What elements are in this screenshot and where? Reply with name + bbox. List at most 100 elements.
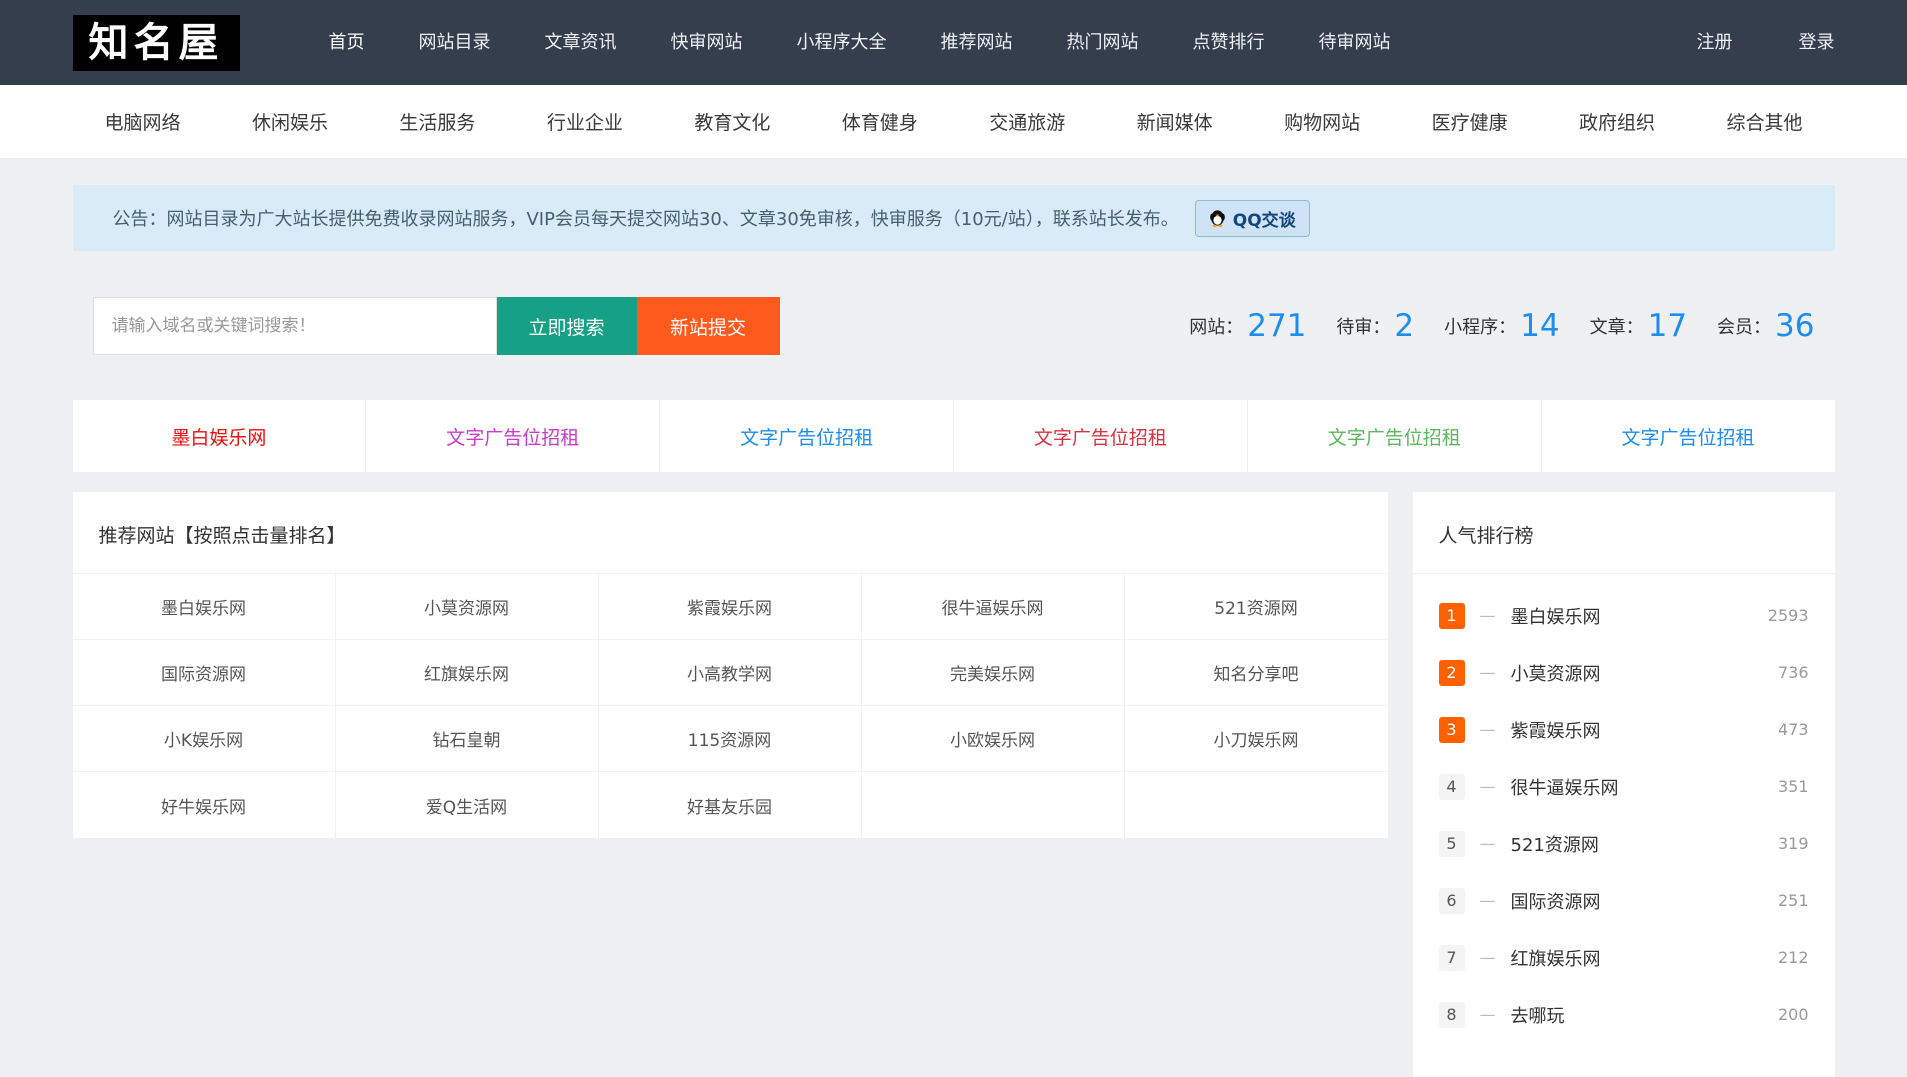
rank-count: 212	[1778, 948, 1809, 967]
rank-badge: 8	[1439, 1002, 1465, 1028]
announcement-bar: 公告：网站目录为广大站长提供免费收录网站服务，VIP会员每天提交网站30、文章3…	[73, 185, 1835, 251]
ranking-panel-title: 人气排行榜	[1413, 492, 1835, 574]
nav-item-likes-ranking[interactable]: 点赞排行	[1166, 0, 1292, 85]
ad-link-5[interactable]: 文字广告位招租	[1248, 400, 1542, 472]
site-link[interactable]: 115资源网	[599, 706, 862, 772]
rank-badge: 2	[1439, 660, 1465, 686]
category-shopping-sites[interactable]: 购物网站	[1284, 108, 1360, 135]
nav-item-hot-sites[interactable]: 热门网站	[1040, 0, 1166, 85]
nav-item-recommended[interactable]: 推荐网站	[914, 0, 1040, 85]
ad-link-4[interactable]: 文字广告位招租	[954, 400, 1248, 472]
popularity-ranking-panel: 人气排行榜 1 — 墨白娱乐网 2593 2 — 小莫资源网 736 3 — 紫…	[1413, 492, 1835, 1077]
category-travel-transport[interactable]: 交通旅游	[989, 108, 1065, 135]
ad-link-1[interactable]: 墨白娱乐网	[73, 400, 367, 472]
rank-dash: —	[1480, 606, 1496, 625]
ad-link-3[interactable]: 文字广告位招租	[660, 400, 954, 472]
rank-site-link[interactable]: 521资源网	[1511, 831, 1599, 857]
recommended-sites-panel: 推荐网站【按照点击量排名】 墨白娱乐网 小莫资源网 紫霞娱乐网 很牛逼娱乐网 5…	[73, 492, 1388, 838]
site-cell-empty	[1125, 772, 1388, 838]
category-education-culture[interactable]: 教育文化	[694, 108, 770, 135]
site-link[interactable]: 小莫资源网	[336, 574, 599, 640]
rank-site-link[interactable]: 红旗娱乐网	[1511, 945, 1601, 971]
login-link[interactable]: 登录	[1799, 0, 1835, 85]
category-life-services[interactable]: 生活服务	[399, 108, 475, 135]
register-link[interactable]: 注册	[1697, 0, 1733, 85]
category-industry-enterprise[interactable]: 行业企业	[547, 108, 623, 135]
rank-count: 2593	[1768, 606, 1809, 625]
text-ad-row: 墨白娱乐网 文字广告位招租 文字广告位招租 文字广告位招租 文字广告位招租 文字…	[73, 400, 1835, 472]
category-misc-other[interactable]: 综合其他	[1726, 108, 1802, 135]
site-link[interactable]: 国际资源网	[73, 640, 336, 706]
category-government-org[interactable]: 政府组织	[1579, 108, 1655, 135]
site-link[interactable]: 小欧娱乐网	[862, 706, 1125, 772]
site-link[interactable]: 紫霞娱乐网	[599, 574, 862, 640]
site-link[interactable]: 很牛逼娱乐网	[862, 574, 1125, 640]
main-content: 推荐网站【按照点击量排名】 墨白娱乐网 小莫资源网 紫霞娱乐网 很牛逼娱乐网 5…	[73, 492, 1835, 1077]
search-button[interactable]: 立即搜索	[497, 297, 637, 355]
category-leisure-entertainment[interactable]: 休闲娱乐	[252, 108, 328, 135]
nav-item-pending-sites[interactable]: 待审网站	[1292, 0, 1418, 85]
ad-link-2[interactable]: 文字广告位招租	[366, 400, 660, 472]
category-sports-fitness[interactable]: 体育健身	[842, 108, 918, 135]
top-navbar: 知名屋 首页 网站目录 文章资讯 快审网站 小程序大全 推荐网站 热门网站 点赞…	[0, 0, 1907, 85]
rank-dash: —	[1480, 663, 1496, 682]
rank-count: 319	[1778, 834, 1809, 853]
search-section: 立即搜索 新站提交 网站： 271 待审： 2 小程序： 14 文章： 17 会…	[73, 297, 1835, 355]
site-link[interactable]: 爱Q生活网	[336, 772, 599, 838]
rank-badge: 1	[1439, 603, 1465, 629]
ad-link-6[interactable]: 文字广告位招租	[1542, 400, 1835, 472]
category-news-media[interactable]: 新闻媒体	[1137, 108, 1213, 135]
site-link[interactable]: 小刀娱乐网	[1125, 706, 1388, 772]
nav-item-articles[interactable]: 文章资讯	[518, 0, 644, 85]
site-link[interactable]: 完美娱乐网	[862, 640, 1125, 706]
rank-count: 251	[1778, 891, 1809, 910]
main-nav: 首页 网站目录 文章资讯 快审网站 小程序大全 推荐网站 热门网站 点赞排行 待…	[302, 0, 1418, 85]
rank-site-link[interactable]: 紫霞娱乐网	[1511, 717, 1601, 743]
site-link[interactable]: 墨白娱乐网	[73, 574, 336, 640]
ranking-row: 3 — 紫霞娱乐网 473	[1413, 701, 1835, 758]
recommended-panel-title: 推荐网站【按照点击量排名】	[73, 492, 1388, 574]
site-link[interactable]: 红旗娱乐网	[336, 640, 599, 706]
site-link[interactable]: 小高教学网	[599, 640, 862, 706]
nav-item-mini-programs[interactable]: 小程序大全	[770, 0, 914, 85]
rank-dash: —	[1480, 720, 1496, 739]
site-link[interactable]: 小K娱乐网	[73, 706, 336, 772]
rank-site-link[interactable]: 小莫资源网	[1511, 660, 1601, 686]
rank-count: 200	[1778, 1005, 1809, 1024]
rank-site-link[interactable]: 墨白娱乐网	[1511, 603, 1601, 629]
nav-item-fast-review[interactable]: 快审网站	[644, 0, 770, 85]
site-link[interactable]: 好牛娱乐网	[73, 772, 336, 838]
rank-badge: 7	[1439, 945, 1465, 971]
stat-articles: 文章： 17	[1590, 308, 1687, 344]
ranking-row: 8 — 去哪玩 200	[1413, 986, 1835, 1043]
site-logo[interactable]: 知名屋	[73, 15, 240, 71]
site-link[interactable]: 知名分享吧	[1125, 640, 1388, 706]
ranking-row: 1 — 墨白娱乐网 2593	[1413, 587, 1835, 644]
category-computer-network[interactable]: 电脑网络	[105, 108, 181, 135]
site-link[interactable]: 钻石皇朝	[336, 706, 599, 772]
ranking-row: 2 — 小莫资源网 736	[1413, 644, 1835, 701]
stat-pending: 待审： 2	[1336, 308, 1414, 344]
rank-count: 473	[1778, 720, 1809, 739]
qq-chat-button[interactable]: QQ交谈	[1195, 200, 1310, 237]
submit-site-button[interactable]: 新站提交	[637, 297, 780, 355]
rank-count: 351	[1778, 777, 1809, 796]
nav-item-home[interactable]: 首页	[302, 0, 392, 85]
rank-site-link[interactable]: 国际资源网	[1511, 888, 1601, 914]
auth-links: 注册 登录	[1697, 0, 1835, 85]
announcement-text: 公告：网站目录为广大站长提供免费收录网站服务，VIP会员每天提交网站30、文章3…	[113, 205, 1179, 231]
ranking-list: 1 — 墨白娱乐网 2593 2 — 小莫资源网 736 3 — 紫霞娱乐网 4…	[1413, 574, 1835, 1043]
rank-dash: —	[1480, 891, 1496, 910]
qq-chat-label: QQ交谈	[1233, 206, 1296, 231]
rank-site-link[interactable]: 去哪玩	[1511, 1002, 1565, 1028]
site-link[interactable]: 好基友乐园	[599, 772, 862, 838]
rank-site-link[interactable]: 很牛逼娱乐网	[1511, 774, 1619, 800]
search-input[interactable]	[93, 297, 497, 355]
site-link[interactable]: 521资源网	[1125, 574, 1388, 640]
category-medical-health[interactable]: 医疗健康	[1432, 108, 1508, 135]
ranking-row: 4 — 很牛逼娱乐网 351	[1413, 758, 1835, 815]
rank-dash: —	[1480, 777, 1496, 796]
nav-item-site-directory[interactable]: 网站目录	[392, 0, 518, 85]
rank-dash: —	[1480, 834, 1496, 853]
category-bar: 电脑网络 休闲娱乐 生活服务 行业企业 教育文化 体育健身 交通旅游 新闻媒体 …	[0, 85, 1907, 158]
